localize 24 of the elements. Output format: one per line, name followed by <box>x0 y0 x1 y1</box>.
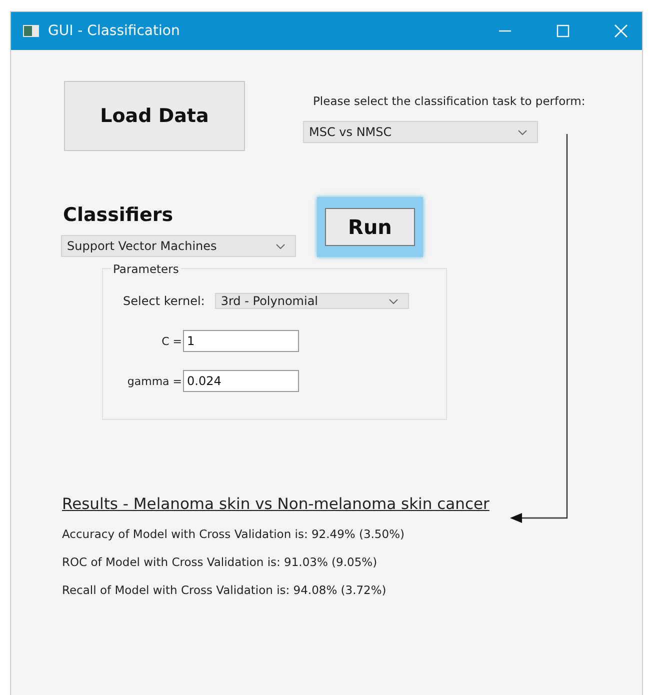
chevron-icon <box>518 130 527 134</box>
run-button[interactable]: Run <box>325 208 415 246</box>
result-text: Accuracy of Model with Cross Validation is: 92.49% (3.50%) <box>62 527 406 541</box>
chevron-icon <box>388 298 398 304</box>
field-label: gamma = <box>126 374 183 388</box>
window-title: GUI - Classification <box>48 23 180 39</box>
task-prompt: Please select the classification task to perform: <box>313 94 586 108</box>
task-dropdown[interactable]: MSC vs NMSC <box>303 121 538 143</box>
field-label: Select kernel: <box>123 294 205 308</box>
kernel-dropdown[interactable]: 3rd - Polynomial <box>214 293 409 309</box>
result-text: ROC of Model with Cross Validation is: 91.03% (9.05%) <box>62 555 378 569</box>
classifiers-heading: Classifiers <box>63 204 174 226</box>
classifier-dropdown[interactable]: Support Vector Machines <box>61 235 296 257</box>
close-icon[interactable] <box>614 24 628 38</box>
group-title: Parameters <box>111 262 181 276</box>
results-heading: Results - Melanoma skin vs Non-melanoma skin cancer <box>62 495 490 513</box>
load-data-button[interactable]: Load Data <box>64 81 245 151</box>
window-icon <box>23 25 39 37</box>
chevron-icon <box>276 244 285 248</box>
field-label: C = <box>160 334 183 348</box>
input-field[interactable]: 1 <box>183 330 299 352</box>
input-field[interactable]: 0.024 <box>183 370 299 392</box>
result-text: Recall of Model with Cross Validation is: 94.08% (3.72%) <box>62 583 388 597</box>
maximize-icon[interactable] <box>556 24 570 38</box>
